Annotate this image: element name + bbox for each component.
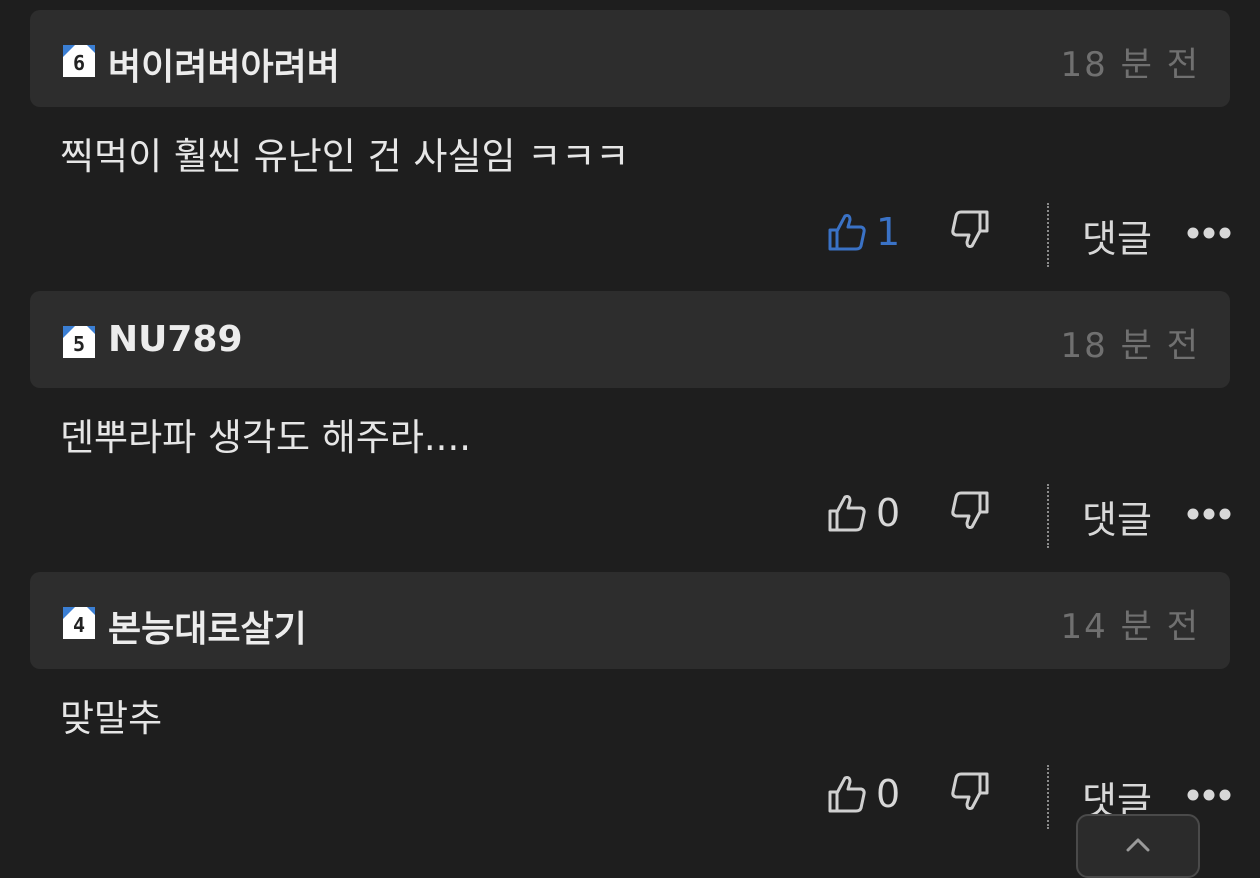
- level-number: 5: [73, 332, 85, 356]
- like-count: 0: [876, 491, 901, 535]
- like-count: 0: [876, 772, 901, 816]
- action-divider: [1047, 203, 1049, 267]
- more-dots-icon[interactable]: [1186, 782, 1232, 808]
- username[interactable]: NU789: [108, 319, 243, 360]
- comment-item: 6 벼이려벼아려벼 18 분 전 찍먹이 훨씬 유난인 건 사실임 ㅋㅋㅋ 1 …: [0, 0, 1260, 282]
- comment-text: 덴뿌라파 생각도 해주라....: [60, 416, 471, 459]
- reply-button[interactable]: 댓글: [1082, 489, 1152, 544]
- username[interactable]: 벼이려벼아려벼: [108, 38, 340, 90]
- like-count: 1: [876, 210, 901, 254]
- thumbs-up-icon: [828, 776, 866, 813]
- thumbs-down-icon[interactable]: [942, 206, 992, 258]
- thumbs-down-icon[interactable]: [942, 768, 992, 820]
- username[interactable]: 본능대로살기: [108, 600, 307, 652]
- thumbs-down-icon[interactable]: [942, 487, 992, 539]
- like-button[interactable]: 1: [826, 206, 900, 258]
- comment-time: 14 분 전: [1060, 607, 1200, 647]
- comment-text: 찍먹이 훨씬 유난인 건 사실임 ㅋㅋㅋ: [60, 135, 630, 178]
- comment-time: 18 분 전: [1060, 45, 1200, 85]
- comment-item: 5 NU789 18 분 전 덴뿌라파 생각도 해주라.... 0 댓글: [0, 281, 1260, 563]
- level-badge-icon: 5: [63, 326, 95, 358]
- level-number: 4: [73, 613, 85, 637]
- level-number: 6: [73, 51, 85, 75]
- comment-text: 맞말추: [60, 697, 163, 740]
- reply-button[interactable]: 댓글: [1082, 208, 1152, 263]
- more-dots-icon[interactable]: [1186, 501, 1232, 527]
- comment-header: 4 본능대로살기 14 분 전: [30, 572, 1230, 669]
- like-button[interactable]: 0: [826, 487, 900, 539]
- more-dots-icon[interactable]: [1186, 220, 1232, 246]
- action-divider: [1047, 484, 1049, 548]
- thumbs-up-icon: [828, 495, 866, 532]
- comment-item: 4 본능대로살기 14 분 전 맞말추 0 댓글: [0, 562, 1260, 849]
- like-button[interactable]: 0: [826, 768, 900, 820]
- scroll-top-button[interactable]: [1076, 814, 1200, 878]
- chevron-up-icon: [1126, 838, 1150, 852]
- comment-time: 18 분 전: [1060, 326, 1200, 366]
- level-badge-icon: 4: [63, 607, 95, 639]
- level-badge-icon: 6: [63, 45, 95, 77]
- action-divider: [1047, 765, 1049, 829]
- comment-header: 6 벼이려벼아려벼 18 분 전: [30, 10, 1230, 107]
- comment-header: 5 NU789 18 분 전: [30, 291, 1230, 388]
- thumbs-up-icon: [828, 214, 866, 251]
